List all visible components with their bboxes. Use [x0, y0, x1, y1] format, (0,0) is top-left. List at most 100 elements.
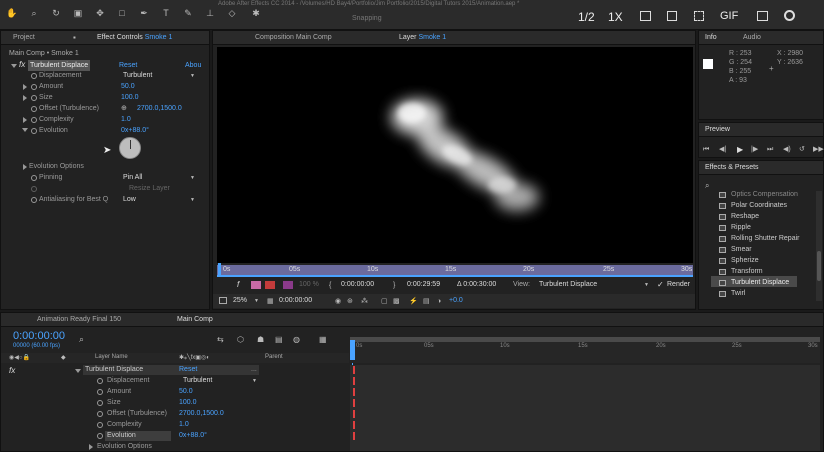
ram-preview-icon[interactable]: ▶▶	[813, 145, 824, 154]
loop-icon[interactable]: ↺	[799, 145, 805, 154]
amount-value[interactable]: 50.0	[121, 81, 135, 92]
eraser-tool-icon[interactable]: ◇	[226, 9, 238, 18]
timeline-ruler[interactable]: 0s 05s 10s 15s 20s 25s 30s	[350, 337, 820, 363]
exposure-value[interactable]: +0.0	[449, 297, 463, 304]
tl-amount-value[interactable]: 50.0	[179, 386, 193, 397]
overlay-fullscreen-icon[interactable]	[640, 11, 651, 21]
tab-audio[interactable]: Audio	[743, 31, 761, 45]
snapshot-icon[interactable]: ◉	[335, 297, 341, 306]
last-frame-icon[interactable]: ⏭	[767, 145, 773, 154]
offset-value[interactable]: 2700.0,1500.0	[137, 103, 182, 114]
pinning-dropdown[interactable]: Pin All	[123, 173, 195, 183]
viewer-time-ruler[interactable]: 0s 05s 10s 15s 20s 25s 30s	[217, 263, 693, 277]
play-icon[interactable]: ▶	[737, 145, 743, 154]
graph-editor-icon[interactable]: ▦	[319, 335, 327, 344]
timeline-track-area[interactable]	[350, 365, 820, 451]
amount-expand-toggle[interactable]	[23, 84, 27, 90]
pinning-stopwatch-icon[interactable]	[31, 175, 37, 181]
time-out-value[interactable]: 0:00:29:59	[407, 281, 440, 288]
shape-tool-icon[interactable]: □	[116, 9, 128, 18]
resize-layer-label[interactable]: Resize Layer	[129, 183, 170, 194]
first-frame-icon[interactable]: ⏮	[703, 145, 709, 154]
comp-mini-flowchart-icon[interactable]: ⇆	[217, 335, 224, 344]
next-frame-icon[interactable]: |▶	[751, 145, 758, 154]
complexity-value[interactable]: 1.0	[121, 114, 131, 125]
effects-scrollbar-thumb[interactable]	[817, 251, 821, 281]
amount-stopwatch-icon[interactable]	[31, 84, 37, 90]
color-swatch-1[interactable]	[251, 281, 261, 289]
tl-evolution-options-expand-toggle[interactable]	[89, 444, 93, 450]
region-icon[interactable]: ▢	[381, 297, 388, 306]
size-stopwatch-icon[interactable]	[31, 95, 37, 101]
viewer-canvas[interactable]	[217, 47, 693, 263]
text-tool-icon[interactable]: T	[160, 9, 172, 18]
tl-evolution-stopwatch-icon[interactable]	[97, 433, 103, 439]
timeline-playhead[interactable]	[350, 340, 355, 360]
layer-zoom-percent[interactable]: 100 %	[299, 281, 319, 288]
overlay-fit-icon[interactable]	[694, 11, 704, 21]
parent-header[interactable]: Parent	[265, 354, 283, 360]
timeline-work-area[interactable]	[350, 337, 820, 342]
tab-preview[interactable]: Preview	[705, 123, 730, 137]
snapping-label[interactable]: Snapping	[352, 15, 382, 22]
tab-layer[interactable]: Layer Smoke 1	[399, 31, 446, 45]
evolution-options-expand-toggle[interactable]	[23, 164, 27, 170]
tl-evolution-value[interactable]: 0x+88.0°	[179, 430, 207, 441]
tl-displacement-stopwatch-icon[interactable]	[97, 378, 103, 384]
channel-icon[interactable]: ⁂	[361, 297, 368, 306]
set-in-icon[interactable]: {	[329, 281, 331, 290]
effect-list-item[interactable]: Twirl	[731, 288, 745, 299]
effects-scrollbar[interactable]	[816, 191, 822, 301]
color-swatch-2[interactable]	[265, 281, 275, 289]
hand-tool-icon[interactable]: ✋	[6, 9, 18, 18]
timeline-icon[interactable]: ▤	[423, 297, 430, 306]
evolution-angle-dial[interactable]	[119, 137, 141, 159]
tl-size-value[interactable]: 100.0	[179, 397, 197, 408]
effect-list-item[interactable]: Optics Compensation	[731, 189, 798, 200]
tl-amount-stopwatch-icon[interactable]	[97, 389, 103, 395]
evolution-value[interactable]: 0x+88.0°	[121, 125, 149, 136]
tl-displacement-dropdown[interactable]: Turbulent	[183, 376, 257, 386]
timeline-search-icon[interactable]: ⌕	[79, 335, 84, 344]
previous-frame-icon[interactable]: ◀|	[719, 145, 726, 154]
rotate-tool-icon[interactable]: ↻	[50, 9, 62, 18]
tl-offset-stopwatch-icon[interactable]	[97, 411, 103, 417]
effect-list-item[interactable]: Smear	[731, 244, 752, 255]
timeline-timecode[interactable]: 0:00:00:00	[13, 330, 65, 342]
shy-layers-icon[interactable]: ☗	[257, 335, 264, 344]
antialiasing-dropdown[interactable]: Low	[123, 195, 195, 205]
tl-effect-reset[interactable]: Reset	[179, 364, 197, 375]
time-in-value[interactable]: 0:00:00:00	[341, 281, 374, 288]
size-value[interactable]: 100.0	[121, 92, 139, 103]
viewer-work-area-bar[interactable]	[217, 275, 693, 277]
displacement-dropdown[interactable]: Turbulent	[123, 71, 195, 81]
effect-list-item[interactable]: Ripple	[731, 222, 751, 233]
tab-info[interactable]: Info	[705, 31, 717, 45]
tl-size-stopwatch-icon[interactable]	[97, 400, 103, 406]
draft-3d-icon[interactable]: ⬡	[237, 335, 244, 344]
complexity-stopwatch-icon[interactable]	[31, 117, 37, 123]
audio-icon[interactable]: ◀)	[783, 145, 791, 154]
complexity-expand-toggle[interactable]	[23, 117, 27, 123]
tl-effect-name[interactable]: Turbulent Displace	[85, 364, 143, 375]
effects-search-input[interactable]	[715, 179, 815, 189]
tab-main-comp[interactable]: Main Comp	[177, 313, 213, 327]
tl-complexity-stopwatch-icon[interactable]	[97, 422, 103, 428]
frame-blending-icon[interactable]: ▤	[275, 335, 283, 344]
effect-reset-button[interactable]: Reset	[119, 60, 137, 71]
view-dropdown[interactable]: Turbulent Displace	[539, 280, 649, 290]
effect-list-item-selected[interactable]: Turbulent Displace	[731, 277, 789, 288]
lock-icon[interactable]: ▪	[73, 33, 76, 42]
fx-icon[interactable]: fx	[9, 366, 15, 375]
effect-list-item[interactable]: Reshape	[731, 211, 759, 222]
clone-tool-icon[interactable]: ⊥	[204, 9, 216, 18]
effect-about-button[interactable]: Abou	[185, 60, 201, 71]
tl-offset-value[interactable]: 2700.0,1500.0	[179, 408, 224, 419]
tab-effects-presets[interactable]: Effects & Presets	[705, 161, 759, 175]
puppet-tool-icon[interactable]: ✱	[250, 9, 262, 18]
tl-effect-expand-toggle[interactable]	[75, 369, 81, 373]
tab-effect-controls[interactable]: Effect Controls Smoke 1	[97, 31, 172, 45]
size-expand-toggle[interactable]	[23, 95, 27, 101]
pen-tool-icon[interactable]: ✒	[138, 9, 150, 18]
tab-animation-ready[interactable]: Animation Ready Final 150	[37, 313, 121, 327]
